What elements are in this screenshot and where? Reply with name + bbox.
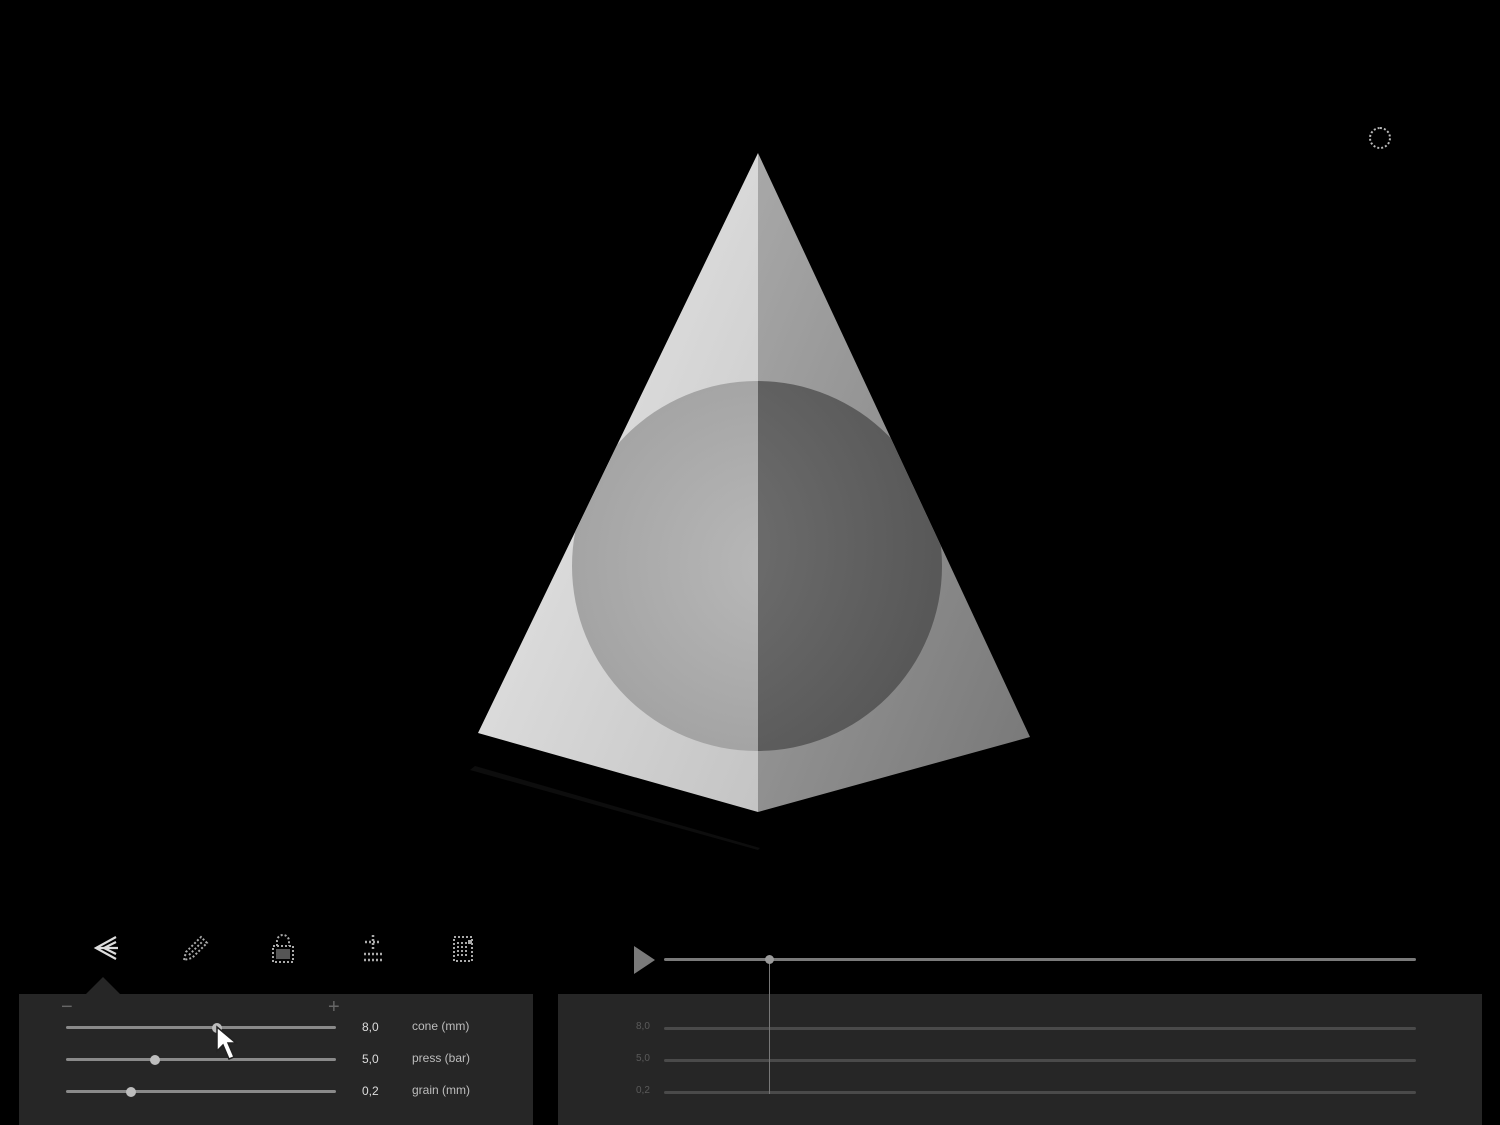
pencil-icon[interactable] [174,928,214,968]
grain-track[interactable] [664,1091,1416,1094]
cone-label: cone (mm) [412,1019,470,1033]
plus-minus-glyph [364,935,382,962]
press-track[interactable] [664,1059,1416,1062]
grid-icon[interactable] [443,928,483,968]
active-tool-caret [85,977,121,995]
pyramid-render [470,153,1030,850]
cone-value: 8,0 [362,1020,379,1034]
playhead-handle[interactable] [764,955,774,964]
timeline-scrubber[interactable] [664,958,1416,961]
lock-glyph [272,934,294,963]
press-label: press (bar) [412,1051,471,1065]
grain-slider-track[interactable] [66,1090,336,1093]
back-arrows-icon[interactable] [85,928,125,968]
grain-track-label: 0,2 [636,1085,650,1096]
increase-button[interactable]: + [328,997,340,1017]
press-track-label: 5,0 [636,1053,650,1064]
loading-ring-icon [1369,127,1391,149]
grain-label: grain (mm) [412,1083,471,1097]
cone-slider-track[interactable] [66,1026,336,1029]
pencil-glyph [182,935,209,962]
playhead-line [769,962,771,1094]
plus-minus-icon[interactable] [353,928,393,968]
cone-track-label: 8,0 [636,1021,650,1032]
grid-glyph [453,936,473,962]
lock-icon[interactable] [263,928,303,968]
press-slider-track[interactable] [66,1058,336,1061]
back-arrows-glyph [93,936,118,960]
cone-track[interactable] [664,1027,1416,1030]
press-value: 5,0 [362,1052,379,1066]
play-button[interactable] [634,946,655,974]
grain-slider-knob[interactable] [125,1087,136,1097]
decrease-button[interactable]: − [61,997,73,1017]
mouse-pointer-icon [216,1025,239,1060]
grain-value: 0,2 [362,1084,379,1098]
3d-viewport[interactable] [0,0,1500,900]
